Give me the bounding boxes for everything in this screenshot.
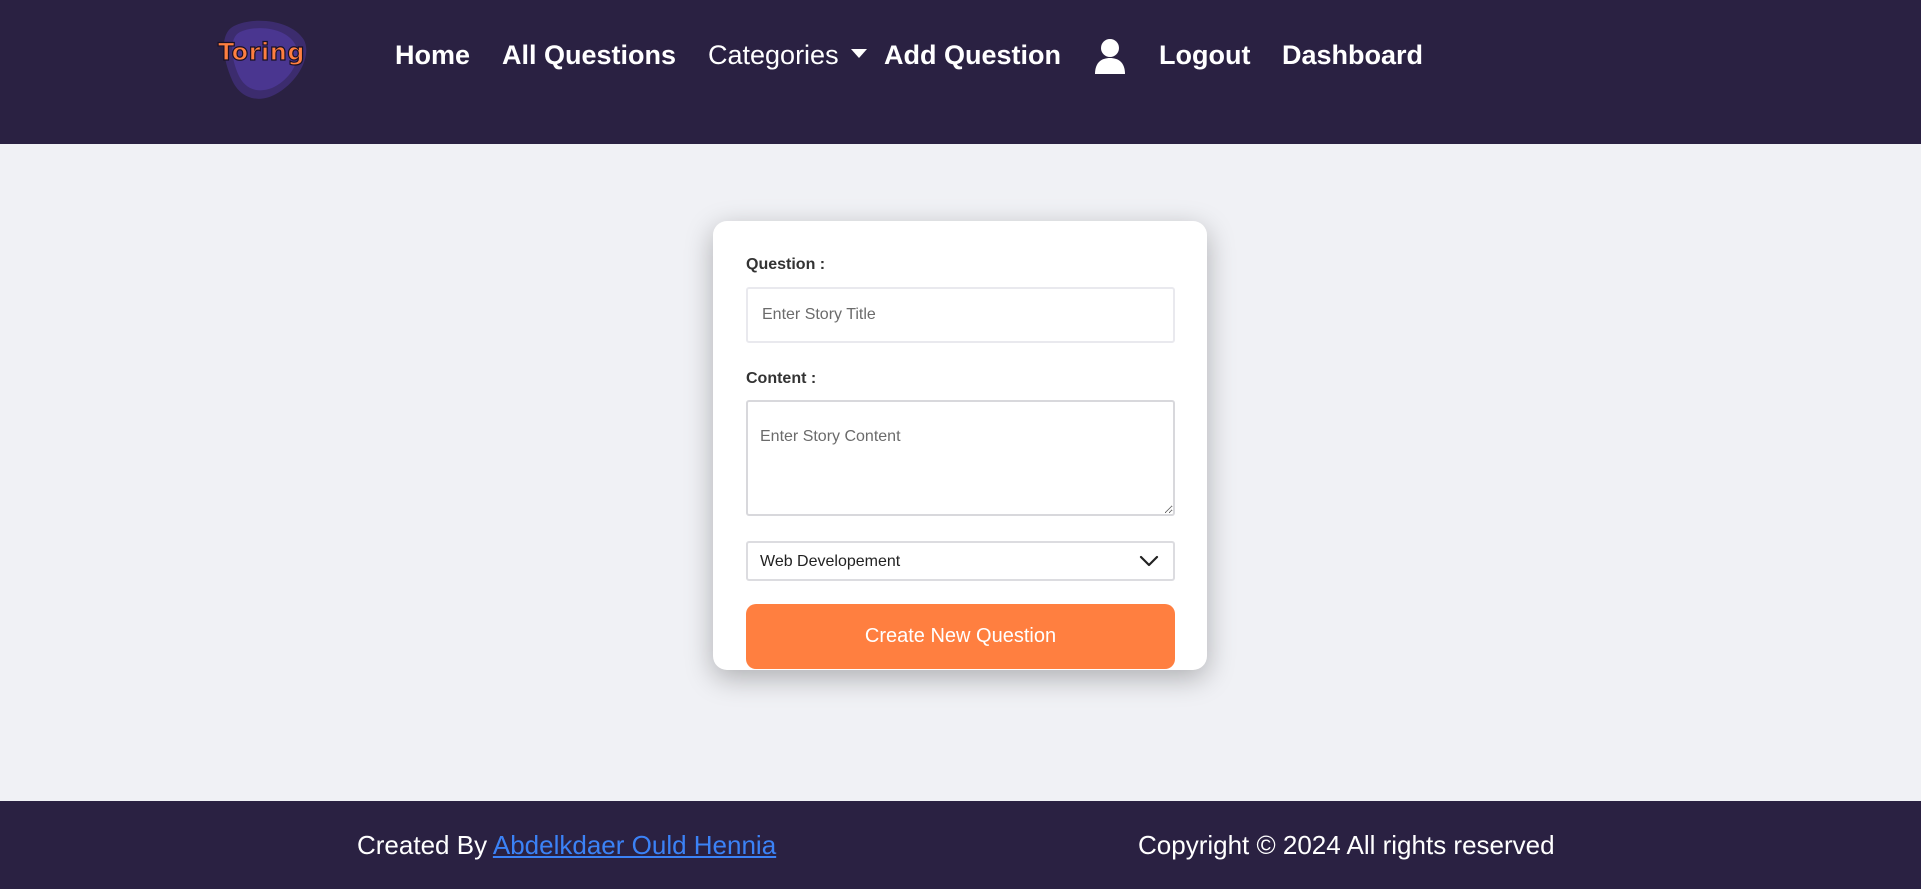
footer: Created By Abdelkdaer Ould Hennia Copyri…	[0, 801, 1921, 889]
chevron-down-icon	[1139, 552, 1159, 570]
author-link[interactable]: Abdelkdaer Ould Hennia	[493, 830, 776, 860]
category-select[interactable]: Web Developement	[746, 541, 1175, 581]
created-by-text: Created By	[357, 830, 488, 860]
caret-down-icon[interactable]	[851, 49, 867, 58]
nav-all-questions-link[interactable]: All Questions	[502, 38, 676, 72]
create-question-button[interactable]: Create New Question	[746, 604, 1175, 669]
category-select-value: Web Developement	[760, 553, 901, 570]
navbar: Toring Home All Questions Categories Add…	[0, 0, 1921, 144]
footer-credit: Created By Abdelkdaer Ould Hennia	[357, 830, 776, 861]
brand-logo[interactable]: Toring	[214, 18, 310, 100]
nav-categories-dropdown[interactable]: Categories	[708, 38, 839, 72]
add-question-card: Question : Content : Web Developement Cr…	[713, 221, 1207, 670]
nav-home-link[interactable]: Home	[395, 38, 470, 72]
nav-dashboard-link[interactable]: Dashboard	[1282, 38, 1423, 72]
copyright-text: Copyright © 2024 All rights reserved	[1138, 830, 1555, 860]
nav-logout-link[interactable]: Logout	[1159, 38, 1250, 72]
user-icon[interactable]	[1094, 38, 1126, 74]
question-title-input[interactable]	[746, 287, 1175, 343]
content-textarea[interactable]	[746, 400, 1175, 516]
question-label: Question :	[746, 256, 826, 273]
content-label: Content :	[746, 370, 817, 387]
nav-add-question-link[interactable]: Add Question	[884, 38, 1061, 72]
logo-text: Toring	[217, 37, 305, 66]
